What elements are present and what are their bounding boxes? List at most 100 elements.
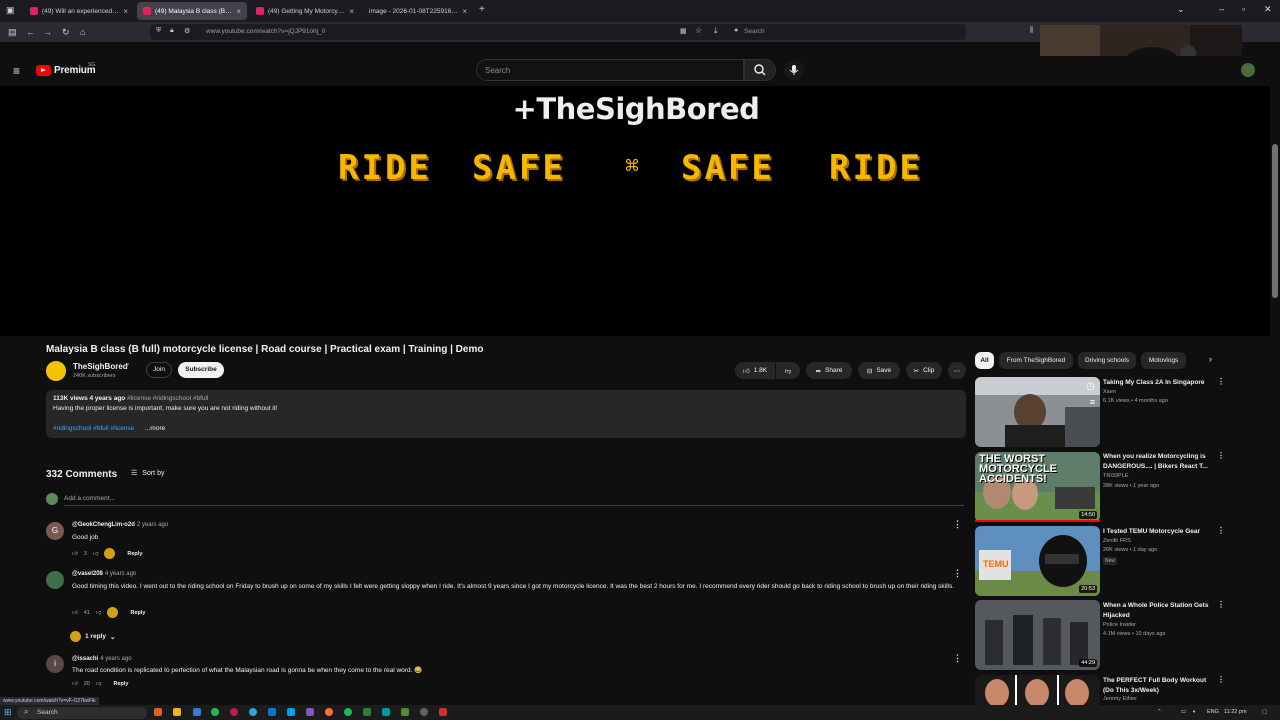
rec-menu-icon[interactable]: ⋮ (1217, 600, 1225, 609)
commenter-avatar[interactable]: G (46, 522, 64, 540)
tray-clock[interactable]: 11:22 pm (1224, 709, 1247, 715)
close-tab-icon[interactable]: × (462, 7, 467, 16)
reload-icon[interactable]: ↻ (62, 27, 70, 38)
youtube-search-input[interactable] (476, 59, 744, 81)
clip-button[interactable]: ✂ Clip (906, 362, 942, 379)
add-to-queue-icon[interactable]: ≡ (1090, 397, 1095, 407)
scrollbar-thumb[interactable] (1272, 144, 1278, 298)
rec-thumbnail[interactable]: TEMU 20:53 (975, 526, 1100, 596)
close-tab-icon[interactable]: × (349, 7, 354, 16)
tray-network-icon[interactable]: ▭ (1181, 709, 1186, 715)
search-button[interactable] (744, 59, 776, 81)
close-window-icon[interactable]: ✕ (1264, 4, 1272, 15)
dislike-icon[interactable]: 👎︎ (93, 551, 99, 557)
maximize-icon[interactable]: ▫ (1242, 4, 1245, 14)
like-icon[interactable]: 👍︎ (72, 610, 78, 616)
chips-next-icon[interactable]: › (1209, 354, 1212, 364)
rec-channel[interactable]: Jeremy Ethier (1103, 696, 1137, 702)
chip-motovlogs[interactable]: Motovlogs (1141, 352, 1186, 369)
rec-channel[interactable]: Police Insider (1103, 622, 1136, 628)
rec-title[interactable]: The PERFECT Full Body Workout (Do This 3… (1103, 676, 1213, 695)
account-avatar[interactable] (1241, 63, 1255, 77)
taskbar-app-icon[interactable] (173, 708, 181, 716)
share-button[interactable]: ➦ Share (806, 362, 852, 379)
taskbar-app-icon[interactable] (363, 708, 371, 716)
rec-menu-icon[interactable]: ⋮ (1217, 377, 1225, 386)
add-comment-input[interactable]: Add a comment... (64, 495, 115, 502)
lock-icon[interactable]: 🔒︎ (170, 27, 174, 35)
taskbar-app-icon[interactable] (193, 708, 201, 716)
notifications-icon[interactable]: ▢ (1262, 709, 1267, 715)
like-button[interactable]: 👍︎ 1.8K (735, 362, 775, 379)
channel-avatar[interactable] (46, 361, 66, 381)
comment-menu-icon[interactable]: ⋮ (953, 568, 962, 579)
forward-icon[interactable]: → (43, 27, 52, 37)
tab-1[interactable]: (49) Will an experienced rider p × (24, 2, 134, 20)
hamburger-menu-icon[interactable]: ≡ (13, 64, 20, 78)
rec-thumbnail[interactable] (975, 675, 1100, 705)
tray-volume-icon[interactable]: 🔈︎ (1193, 709, 1196, 716)
tray-language[interactable]: ENG (1207, 709, 1219, 715)
reader-mode-icon[interactable]: ▦ (680, 27, 687, 35)
taskbar-app-icon[interactable] (344, 708, 352, 716)
comment-author[interactable]: @GeokChengLim-o2d 2 years ago (72, 522, 168, 528)
tab-2-active[interactable]: (49) Malaysia B class (B full) mo × (137, 2, 247, 20)
comment-time[interactable]: 4 years ago (100, 656, 131, 662)
rec-menu-icon[interactable]: ⋮ (1217, 451, 1225, 460)
rec-title[interactable]: When you realize Motorcycling is DANGERO… (1103, 452, 1213, 471)
comment-menu-icon[interactable]: ⋮ (953, 653, 962, 664)
reply-button[interactable]: Reply (113, 681, 128, 687)
save-button[interactable]: ⊟ Save (858, 362, 900, 379)
reply-button[interactable]: Reply (127, 551, 142, 557)
rec-title[interactable]: I Tested TEMU Motorcycle Gear (1103, 527, 1213, 537)
rec-title[interactable]: When a Whole Police Station Gets Hijacke… (1103, 601, 1213, 620)
chip-driving-schools[interactable]: Driving schools (1078, 352, 1136, 369)
rec-channel[interactable]: TRI33PLE (1103, 473, 1128, 479)
taskbar-app-icon[interactable] (420, 708, 428, 716)
like-icon[interactable]: 👍︎ (72, 681, 78, 687)
taskbar-firefox-icon[interactable] (325, 708, 333, 716)
permissions-icon[interactable]: ⚙ (184, 27, 190, 35)
rec-thumbnail[interactable]: THE WORST MOTORCYCLE ACCIDENTS! 14:50 (975, 452, 1100, 522)
dislike-icon[interactable]: 👎︎ (96, 610, 102, 616)
comment-menu-icon[interactable]: ⋮ (953, 519, 962, 530)
show-more-link[interactable]: ...more (145, 425, 165, 432)
like-icon[interactable]: 👍︎ (72, 551, 78, 557)
chip-from-channel[interactable]: From TheSighBored (999, 352, 1073, 369)
dislike-button[interactable]: 👎︎ (776, 362, 800, 379)
taskbar-app-icon[interactable] (268, 708, 276, 716)
minimize-icon[interactable]: – (1219, 4, 1224, 14)
tab-list-icon[interactable]: ⌄ (1177, 4, 1185, 15)
close-tab-icon[interactable]: × (123, 7, 128, 16)
browser-search-field[interactable]: Search (744, 28, 765, 35)
commenter-avatar[interactable]: i (46, 655, 64, 673)
new-tab-icon[interactable]: + (479, 4, 485, 15)
description-hashtags[interactable]: #ridingschool #bfull #license (53, 425, 134, 432)
watch-later-icon[interactable]: ◷ (1086, 381, 1095, 392)
reply-button[interactable]: Reply (130, 610, 145, 616)
taskbar-app-icon[interactable] (249, 708, 257, 716)
subscribe-button[interactable]: Subscribe (178, 362, 224, 378)
rec-thumbnail[interactable]: ◷ ≡ (975, 377, 1100, 447)
comment-time[interactable]: 2 years ago (137, 522, 168, 528)
view-replies-button[interactable]: 1 reply ⌄ (70, 631, 115, 642)
comment-time[interactable]: 4 years ago (105, 571, 136, 577)
youtube-premium-logo[interactable]: Premium (36, 65, 96, 76)
dislike-icon[interactable]: 👎︎ (96, 681, 102, 687)
rec-channel[interactable]: Xaen (1103, 389, 1116, 395)
more-actions-button[interactable]: ⋯ (948, 362, 966, 379)
rec-thumbnail[interactable]: 44:29 (975, 600, 1100, 670)
back-icon[interactable]: ← (26, 27, 35, 37)
taskbar-app-icon[interactable] (401, 708, 409, 716)
sort-by-button[interactable]: ☰ Sort by (131, 469, 164, 478)
download-icon[interactable]: ⤓ (714, 26, 718, 36)
library-icon[interactable]: ⫼ (1030, 27, 1033, 35)
taskbar-app-icon[interactable] (306, 708, 314, 716)
home-icon[interactable]: ⌂ (80, 27, 85, 37)
chip-all[interactable]: All (975, 352, 994, 369)
author-handle[interactable]: @issachi (72, 656, 98, 662)
tray-chevron-icon[interactable]: ⌃ (1157, 709, 1162, 715)
taskbar-app-icon[interactable] (382, 708, 390, 716)
voice-search-button[interactable] (784, 60, 804, 80)
close-tab-icon[interactable]: × (236, 7, 241, 16)
